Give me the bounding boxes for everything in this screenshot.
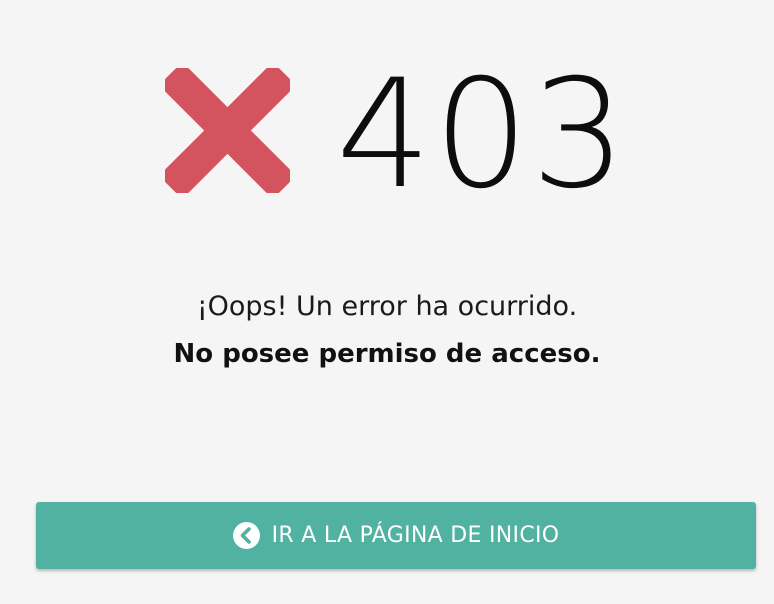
error-message: ¡Oops! Un error ha ocurrido.	[196, 291, 578, 322]
go-home-button[interactable]: IR A LA PÁGINA DE INICIO	[36, 502, 756, 569]
error-page: 403 ¡Oops! Un error ha ocurrido. No pose…	[0, 0, 774, 604]
close-icon	[165, 68, 290, 193]
error-code: 403	[336, 48, 629, 222]
go-home-label: IR A LA PÁGINA DE INICIO	[271, 523, 560, 548]
error-detail: No posee permiso de acceso.	[173, 339, 601, 369]
error-header: 403	[0, 60, 774, 210]
chevron-left-circle-icon	[232, 522, 260, 549]
